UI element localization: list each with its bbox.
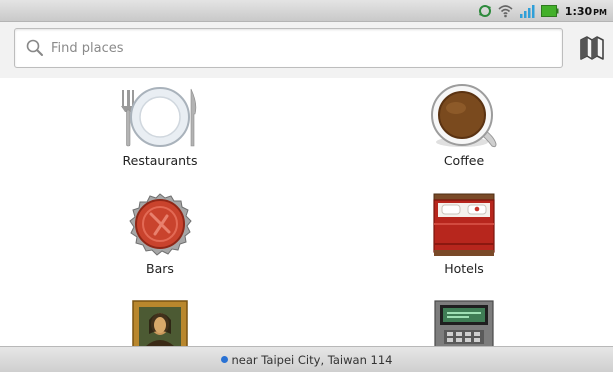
status-bar: 1:30PM (0, 0, 613, 22)
bed-icon (433, 193, 495, 256)
category-label: Bars (146, 261, 174, 276)
category-label: Coffee (443, 153, 485, 168)
location-bar[interactable]: near Taipei City, Taiwan 114 (0, 346, 613, 372)
plate-icon (121, 87, 197, 147)
atm-icon (434, 300, 494, 346)
category-museums[interactable] (80, 300, 240, 349)
category-restaurants[interactable]: Restaurants (80, 84, 240, 168)
category-coffee[interactable]: Coffee (384, 84, 544, 168)
search-area (0, 22, 613, 78)
category-atms[interactable] (384, 300, 544, 349)
location-dot-icon (220, 356, 228, 363)
signal-icon (519, 5, 535, 18)
category-label: Hotels (444, 261, 484, 276)
bottle-cap-icon (129, 193, 192, 256)
status-clock: 1:30PM (564, 4, 607, 18)
search-input[interactable] (51, 40, 551, 56)
category-label: Restaurants (122, 153, 198, 168)
map-button[interactable] (576, 30, 608, 66)
wifi-icon (498, 5, 513, 18)
coffee-icon (431, 84, 497, 148)
category-bars[interactable]: Bars (80, 192, 240, 276)
status-icons: 1:30PM (478, 3, 607, 19)
battery-icon (540, 5, 559, 17)
museum-painting-icon (132, 300, 188, 346)
search-box[interactable] (14, 28, 563, 68)
sync-icon (478, 5, 491, 17)
map-icon (580, 36, 604, 60)
search-icon (26, 39, 43, 56)
location-text: near Taipei City, Taiwan 114 (231, 352, 393, 367)
places-screen: 1:30PM Find places Restaurants Coffee Ba… (0, 0, 613, 372)
clock-suffix: PM (593, 7, 607, 17)
category-hotels[interactable]: Hotels (384, 192, 544, 276)
category-grid: Restaurants Coffee Bars Hotels (0, 78, 613, 346)
